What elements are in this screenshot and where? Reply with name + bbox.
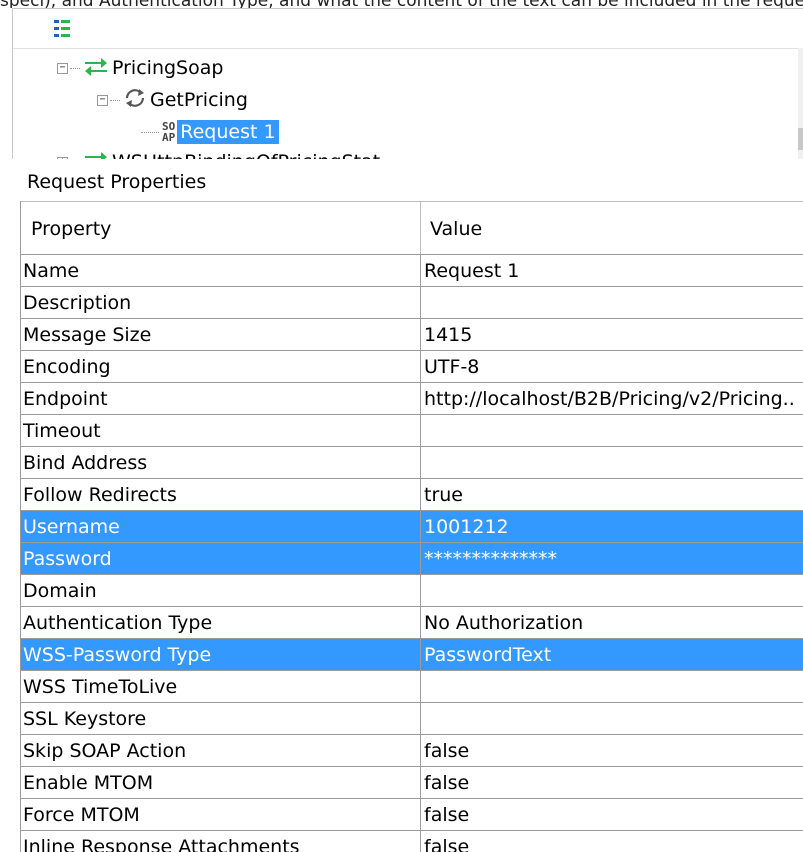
property-value-cell[interactable]: http://localhost/B2B/Pricing/v2/Pricing.… [421, 383, 803, 414]
tree-node-label: PricingSoap [112, 57, 224, 79]
property-name-cell[interactable]: Inline Response Attachments [21, 831, 421, 852]
project-tree-panel: − PricingSoap − GetPricing SO AP Request… [12, 8, 803, 159]
column-header-value[interactable]: Value [421, 202, 803, 255]
property-name-cell[interactable]: Encoding [21, 351, 421, 382]
table-row[interactable]: Bind Address [21, 446, 803, 478]
table-row[interactable]: SSL Keystore [21, 702, 803, 734]
column-header-property[interactable]: Property [21, 202, 421, 255]
table-body: Name Request 1 Description Message Size 1415… [21, 254, 803, 852]
top-cut-text: speci), and Authentication Type, and wha… [0, 0, 803, 8]
table-row[interactable]: Follow Redirects true [21, 478, 803, 510]
tree-connector [110, 99, 120, 101]
table-row[interactable]: Message Size 1415 [21, 318, 803, 350]
table-row[interactable]: WSS TimeToLive [21, 670, 803, 702]
property-name-cell[interactable]: Name [21, 255, 421, 286]
property-name-cell[interactable]: WSS TimeToLive [21, 671, 421, 702]
table-row[interactable]: Authentication Type No Authorization [21, 606, 803, 638]
property-name-cell[interactable]: SSL Keystore [21, 703, 421, 734]
interface-icon [83, 149, 109, 159]
table-row[interactable]: Force MTOM false [21, 798, 803, 830]
property-value-cell[interactable]: false [421, 799, 803, 830]
table-header: Property Value [21, 201, 803, 255]
property-value-cell[interactable]: Request 1 [421, 255, 803, 286]
property-value-cell[interactable]: ************** [421, 543, 803, 574]
property-value-cell[interactable] [421, 703, 803, 734]
tree-node-label: WSHttpBindingOfPricingStat [109, 150, 383, 159]
table-row[interactable]: Timeout [21, 414, 803, 446]
property-name-cell[interactable]: Description [21, 287, 421, 318]
request-properties-table: Property Value Name Request 1 Description M… [20, 201, 803, 852]
property-name-cell[interactable]: Username [21, 511, 421, 542]
property-name-cell[interactable]: WSS-Password Type [21, 639, 421, 670]
tree-connector [70, 67, 80, 69]
property-value-cell[interactable]: No Authorization [421, 607, 803, 638]
property-name-cell[interactable]: Endpoint [21, 383, 421, 414]
table-row[interactable]: Domain [21, 574, 803, 606]
tree-connector [141, 131, 159, 133]
table-row[interactable]: Endpoint http://localhost/B2B/Pricing/v2/… [21, 382, 803, 414]
property-name-cell[interactable]: Password [21, 543, 421, 574]
property-name-cell[interactable]: Timeout [21, 415, 421, 446]
property-name-cell[interactable]: Domain [21, 575, 421, 606]
table-row[interactable]: Name Request 1 [21, 254, 803, 286]
tree-node-request-1[interactable]: SO AP Request 1 [141, 119, 279, 145]
property-value-cell[interactable]: 1415 [421, 319, 803, 350]
collapse-icon[interactable]: − [97, 94, 108, 106]
property-value-cell[interactable]: true [421, 479, 803, 510]
tree-node-label-selected: Request 1 [177, 120, 279, 144]
tree-node-getpricing[interactable]: − GetPricing [97, 87, 251, 113]
property-value-cell[interactable] [421, 575, 803, 606]
tree-node-wshttpbinding[interactable]: + WSHttpBindingOfPricingStat [57, 149, 383, 159]
tree-scrollbar-thumb[interactable] [798, 128, 803, 150]
table-row[interactable]: Encoding UTF-8 [21, 350, 803, 382]
expand-icon[interactable]: + [57, 156, 68, 159]
tree-scrollbar[interactable] [798, 48, 803, 159]
table-row[interactable]: Enable MTOM false [21, 766, 803, 798]
table-row[interactable]: Inline Response Attachments false [21, 830, 803, 852]
property-value-cell[interactable]: 1001212 [421, 511, 803, 542]
property-name-cell[interactable]: Bind Address [21, 447, 421, 478]
property-name-cell[interactable]: Enable MTOM [21, 767, 421, 798]
property-name-cell[interactable]: Authentication Type [21, 607, 421, 638]
property-value-cell[interactable] [421, 671, 803, 702]
property-name-cell[interactable]: Follow Redirects [21, 479, 421, 510]
tree-node-label: GetPricing [150, 89, 248, 111]
property-value-cell[interactable] [421, 447, 803, 478]
property-value-cell[interactable]: false [421, 735, 803, 766]
property-name-cell[interactable]: Message Size [21, 319, 421, 350]
table-row[interactable]: Skip SOAP Action false [21, 734, 803, 766]
operation-icon [123, 87, 147, 113]
property-value-cell[interactable]: PasswordText [421, 639, 803, 670]
section-title: Request Properties [27, 171, 207, 193]
interface-icon [83, 55, 109, 81]
soap-request-icon: SO AP [162, 121, 175, 143]
property-value-cell[interactable] [421, 415, 803, 446]
soap-icon-text-bottom: AP [162, 131, 176, 144]
top-text: speci), and Authentication Type, and wha… [0, 0, 803, 8]
tree-node-pricingsoap[interactable]: − PricingSoap [57, 55, 226, 81]
table-row[interactable]: Password ************** [21, 542, 803, 574]
properties-icon[interactable] [54, 20, 81, 38]
collapse-icon[interactable]: − [57, 62, 68, 74]
property-value-cell[interactable]: false [421, 831, 803, 852]
table-row[interactable]: Description [21, 286, 803, 318]
property-value-cell[interactable]: false [421, 767, 803, 798]
property-value-cell[interactable] [421, 287, 803, 318]
property-value-cell[interactable]: UTF-8 [421, 351, 803, 382]
property-name-cell[interactable]: Skip SOAP Action [21, 735, 421, 766]
tree-toolbar [13, 9, 803, 49]
property-name-cell[interactable]: Force MTOM [21, 799, 421, 830]
table-row[interactable]: Username 1001212 [21, 510, 803, 542]
table-row[interactable]: WSS-Password Type PasswordText [21, 638, 803, 670]
